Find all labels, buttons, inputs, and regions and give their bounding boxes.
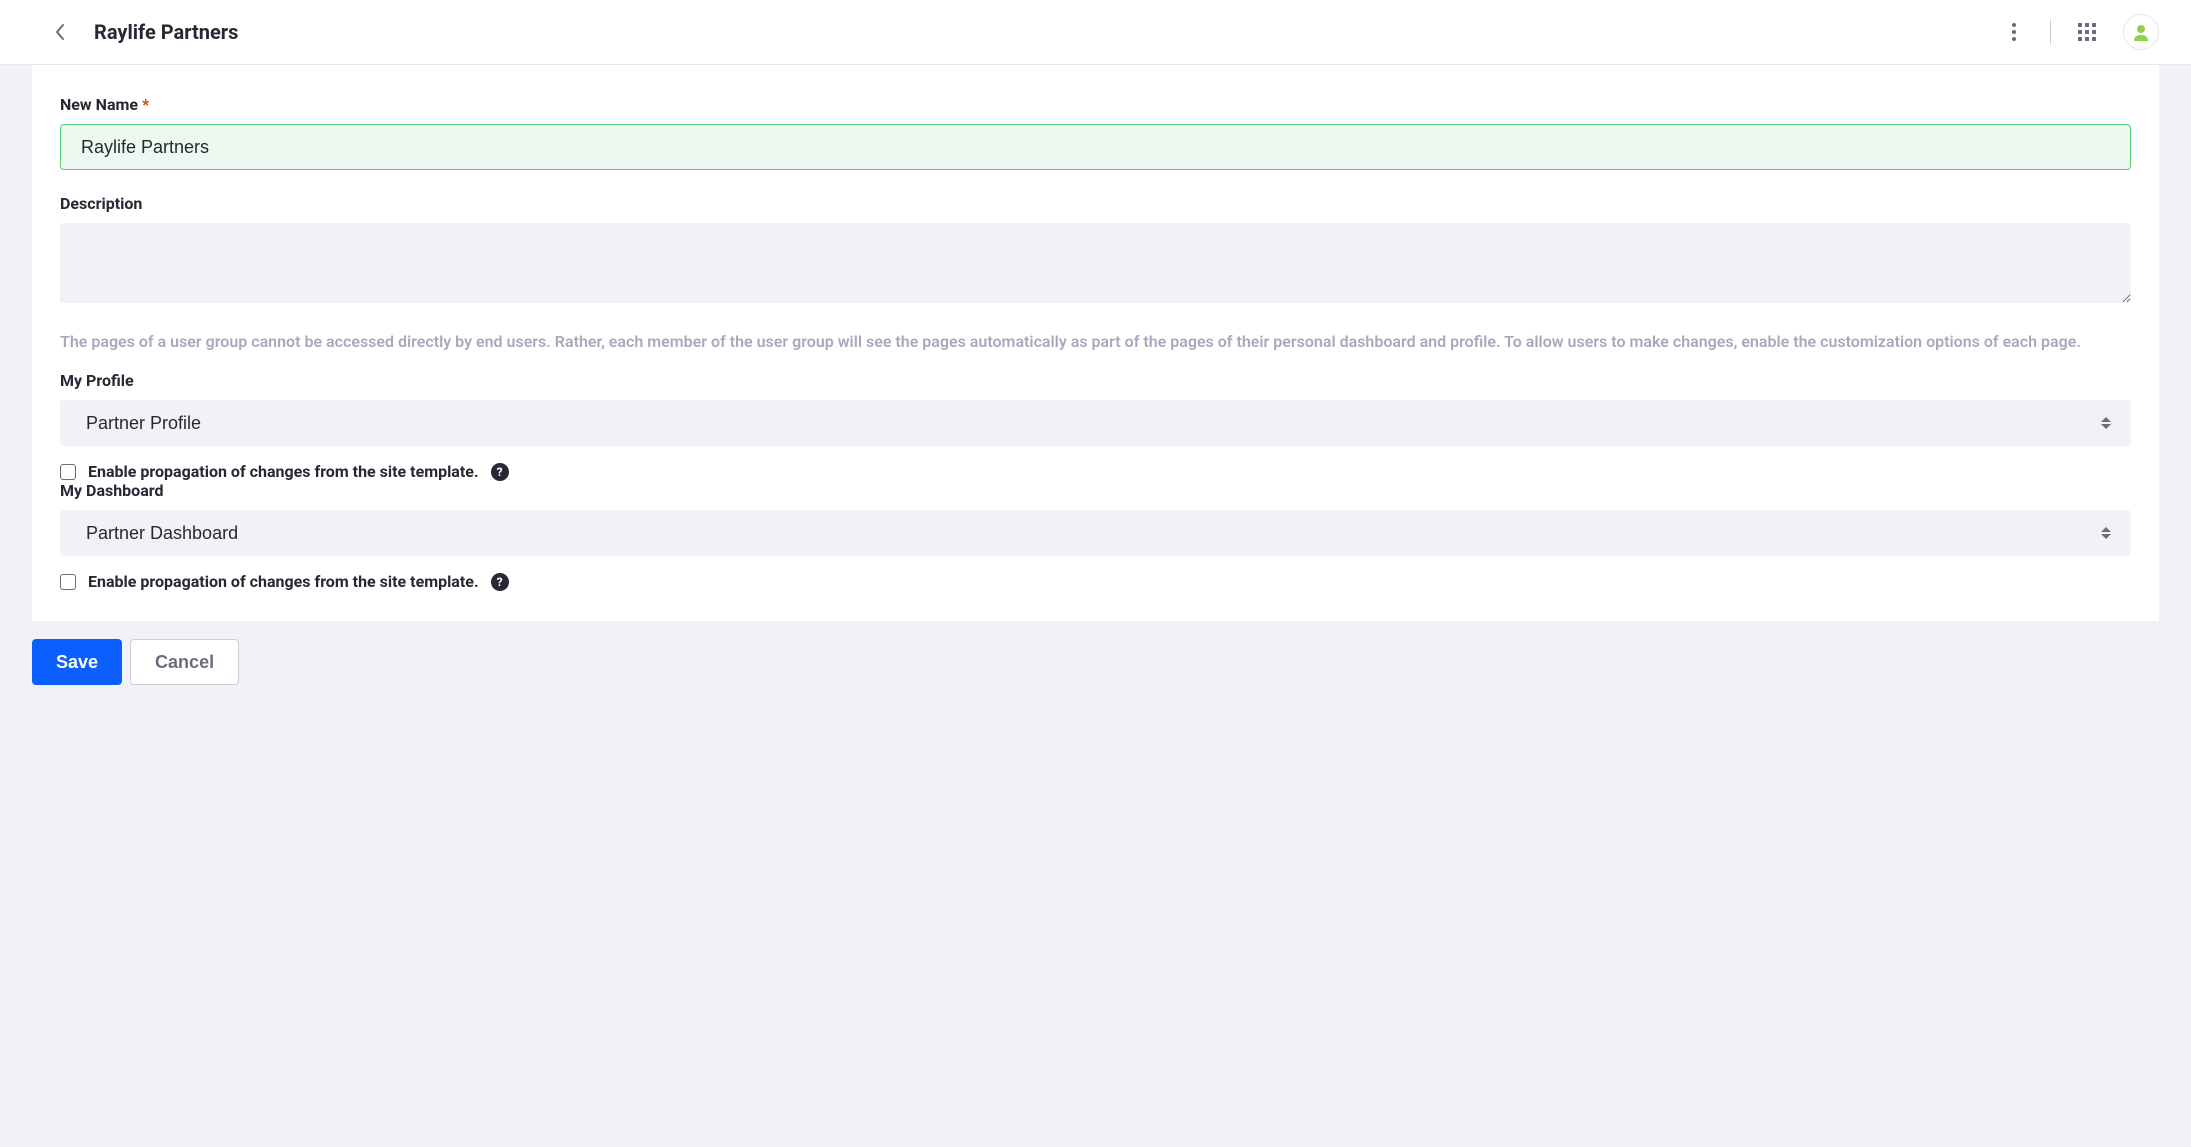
cancel-button[interactable]: Cancel [130, 639, 239, 685]
content: New Name * Description The pages of a us… [0, 65, 2191, 717]
help-text: The pages of a user group cannot be acce… [60, 331, 2131, 353]
user-icon [2132, 23, 2150, 41]
profile-select[interactable]: Partner Profile [60, 400, 2131, 446]
dashboard-propagation-label[interactable]: Enable propagation of changes from the s… [88, 572, 479, 591]
help-icon[interactable]: ? [491, 573, 509, 591]
description-textarea[interactable] [60, 223, 2131, 303]
dashboard-group: My Dashboard Partner Dashboard Enable pr… [60, 481, 2131, 591]
back-button[interactable] [48, 20, 72, 44]
header-left: Raylife Partners [48, 20, 238, 44]
name-input[interactable] [60, 124, 2131, 170]
more-options-button[interactable] [1998, 16, 2030, 48]
dashboard-label: My Dashboard [60, 481, 2131, 500]
profile-label: My Profile [60, 371, 2131, 390]
apps-grid-button[interactable] [2071, 16, 2103, 48]
kebab-icon [2012, 23, 2016, 41]
name-label-text: New Name [60, 95, 138, 114]
user-avatar[interactable] [2123, 14, 2159, 50]
form-panel: New Name * Description The pages of a us… [32, 65, 2159, 621]
profile-group: My Profile Partner Profile Enable propag… [60, 371, 2131, 481]
dashboard-select[interactable]: Partner Dashboard [60, 510, 2131, 556]
grid-icon [2078, 23, 2096, 41]
help-icon[interactable]: ? [491, 463, 509, 481]
header-right [1998, 14, 2159, 50]
description-group: Description [60, 194, 2131, 307]
required-mark: * [142, 95, 149, 114]
dashboard-select-wrap: Partner Dashboard [60, 510, 2131, 556]
divider [2050, 20, 2051, 44]
profile-propagation-checkbox[interactable] [60, 464, 76, 480]
button-row: Save Cancel [32, 639, 2159, 717]
dashboard-propagation-row: Enable propagation of changes from the s… [60, 572, 2131, 591]
description-label: Description [60, 194, 2131, 213]
page-title: Raylife Partners [94, 20, 238, 44]
chevron-left-icon [54, 23, 66, 41]
name-label: New Name * [60, 95, 2131, 114]
page-header: Raylife Partners [0, 0, 2191, 65]
save-button[interactable]: Save [32, 639, 122, 685]
profile-propagation-label[interactable]: Enable propagation of changes from the s… [88, 462, 479, 481]
profile-propagation-row: Enable propagation of changes from the s… [60, 462, 2131, 481]
name-group: New Name * [60, 95, 2131, 170]
dashboard-propagation-checkbox[interactable] [60, 574, 76, 590]
profile-select-wrap: Partner Profile [60, 400, 2131, 446]
